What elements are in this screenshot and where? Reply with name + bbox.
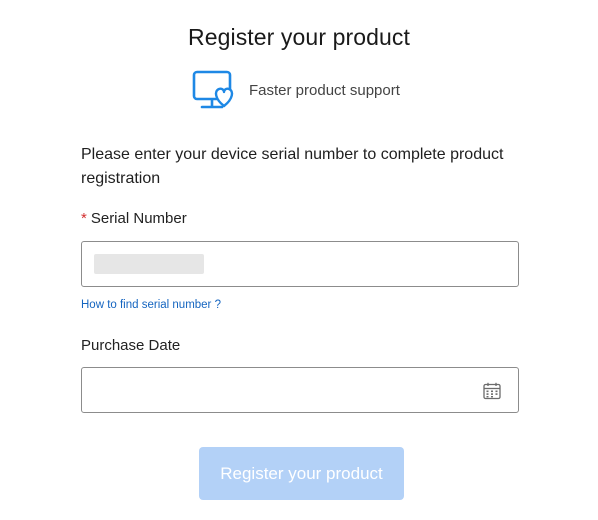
monitor-heart-icon [192, 70, 234, 109]
feature-text: Faster product support [249, 81, 400, 99]
serial-number-label-text: Serial Number [90, 210, 187, 227]
serial-number-field[interactable] [81, 241, 519, 287]
purchase-date-label: Purchase Date [81, 337, 181, 354]
feature-row: Faster product support [191, 68, 400, 112]
serial-number-label: * Serial Number [81, 210, 187, 227]
register-product-button[interactable]: Register your product [199, 447, 404, 500]
find-serial-number-link[interactable]: How to find serial number ? [81, 299, 221, 311]
redacted-serial-value [94, 254, 204, 274]
page-title: Register your product [188, 24, 410, 50]
instruction-text: Please enter your device serial number t… [81, 146, 504, 187]
purchase-date-field[interactable] [81, 367, 519, 413]
calendar-icon[interactable] [482, 381, 502, 401]
required-mark: * [81, 210, 87, 227]
purchase-date-input[interactable] [82, 368, 518, 412]
